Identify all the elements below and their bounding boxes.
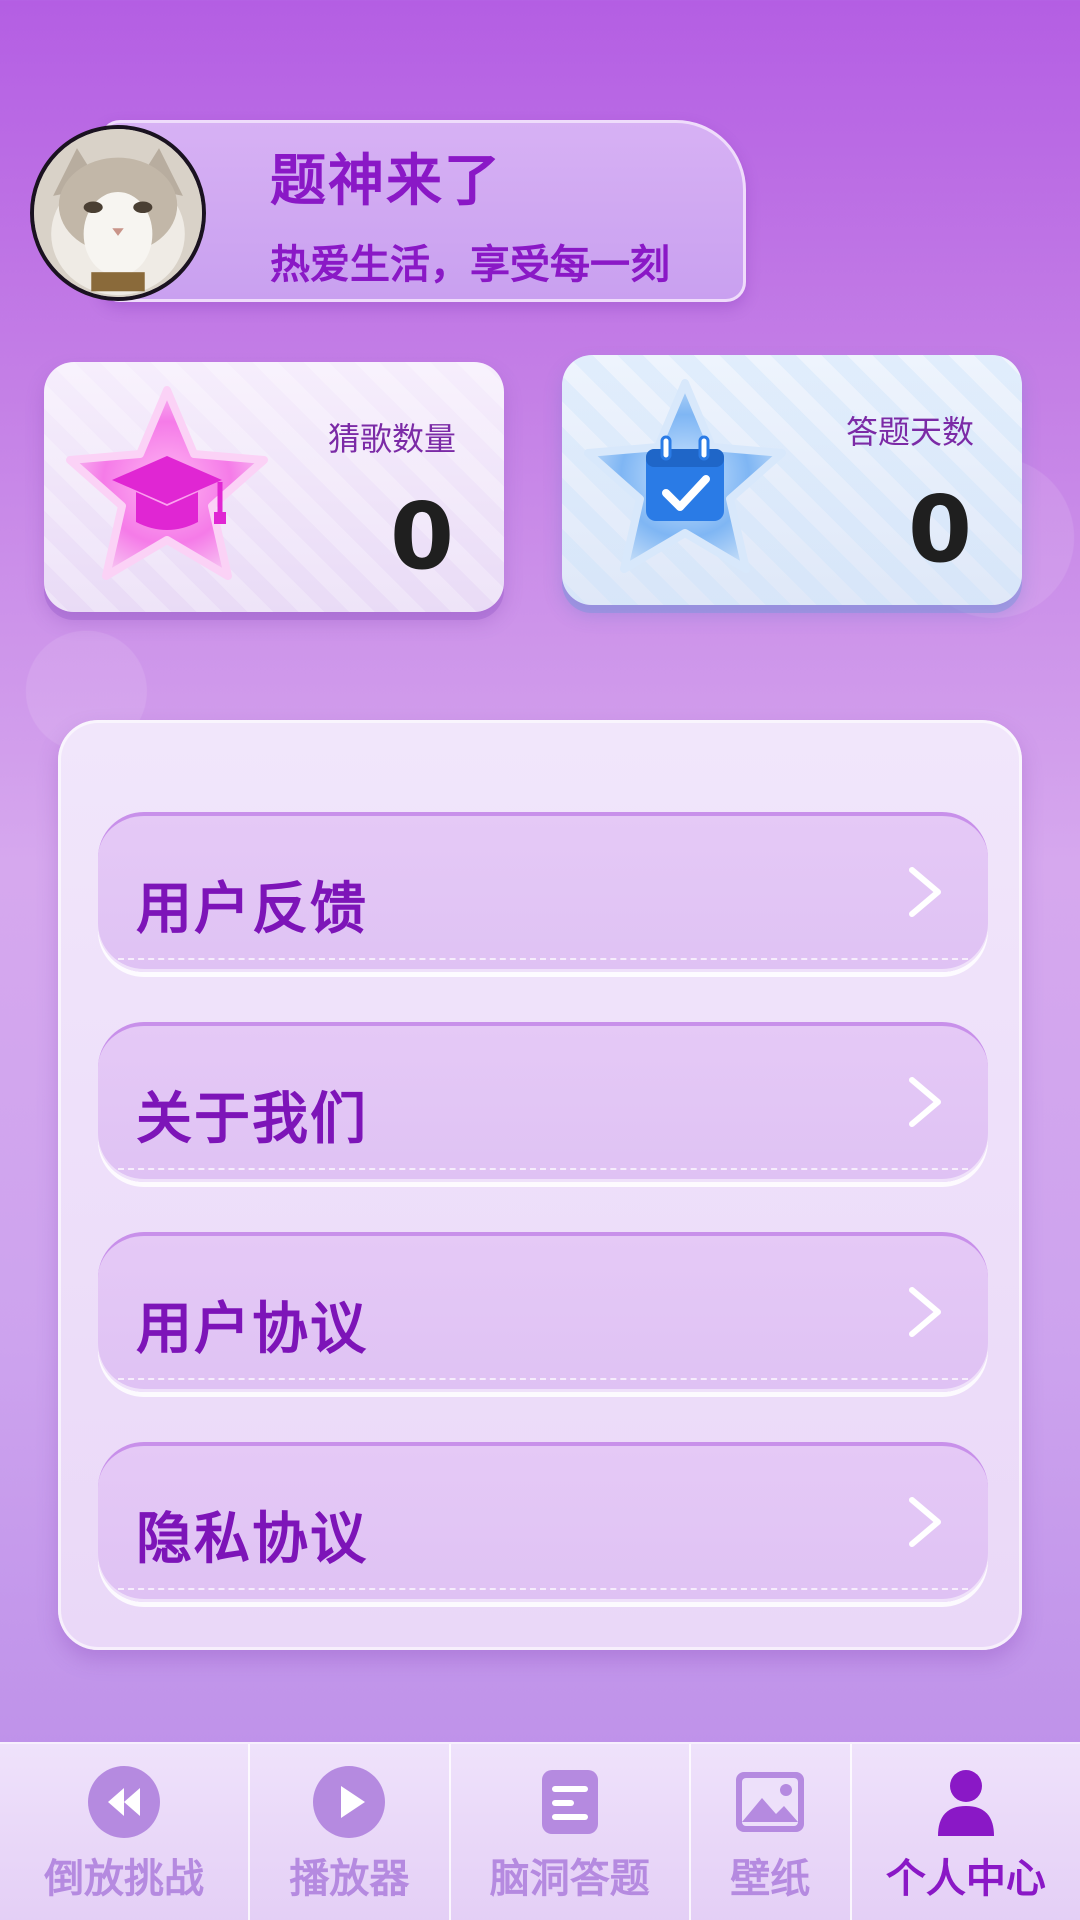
menu-panel: 用户反馈 关于我们 用户协议 隐私协议	[58, 720, 1022, 1650]
avatar[interactable]	[30, 125, 206, 301]
menu-item-user-agreement[interactable]: 用户协议	[98, 1232, 988, 1392]
stat-card-guess-count: 猜歌数量 0	[44, 362, 504, 612]
stat-value: 0	[907, 476, 972, 583]
chevron-right-icon	[909, 1077, 941, 1127]
stat-label: 答题天数	[845, 413, 974, 451]
calendar-check-icon	[584, 379, 786, 573]
menu-item-label: 隐私协议	[136, 1507, 368, 1572]
stat-value: 0	[389, 483, 454, 590]
chevron-right-icon	[909, 867, 941, 917]
nav-item-player[interactable]: 播放器	[250, 1744, 451, 1920]
nav-item-label: 个人中心	[885, 1856, 1046, 1902]
graduation-cap-icon	[66, 386, 268, 580]
nav-item-reverse-challenge[interactable]: 倒放挑战	[0, 1744, 251, 1920]
menu-item-feedback[interactable]: 用户反馈	[98, 812, 988, 972]
bottom-nav: 倒放挑战 播放器 脑洞答题 壁纸 个人中心	[0, 1742, 1080, 1920]
menu-item-privacy-policy[interactable]: 隐私协议	[98, 1442, 988, 1602]
stat-card-answer-days: 答题天数 0	[562, 355, 1022, 605]
profile-name: 题神来了	[270, 149, 502, 214]
user-icon	[937, 1770, 994, 1836]
rewind-icon	[88, 1766, 161, 1838]
quiz-icon	[541, 1770, 598, 1834]
cat-avatar-image	[34, 129, 202, 297]
menu-item-label: 用户协议	[136, 1297, 368, 1362]
menu-item-label: 用户反馈	[136, 877, 368, 942]
menu-item-label: 关于我们	[136, 1087, 368, 1152]
image-icon	[736, 1772, 805, 1832]
nav-item-label: 播放器	[289, 1856, 410, 1902]
chevron-right-icon	[909, 1287, 941, 1337]
nav-item-label: 脑洞答题	[489, 1856, 650, 1902]
play-icon	[313, 1766, 386, 1838]
nav-item-label: 倒放挑战	[44, 1856, 205, 1902]
menu-item-about-us[interactable]: 关于我们	[98, 1022, 988, 1182]
nav-item-personal-center[interactable]: 个人中心	[852, 1744, 1080, 1920]
profile-bio: 热爱生活，享受每一刻	[270, 242, 670, 288]
nav-item-wallpaper[interactable]: 壁纸	[691, 1744, 852, 1920]
nav-item-label: 壁纸	[730, 1856, 811, 1902]
stat-label: 猜歌数量	[327, 420, 456, 458]
chevron-right-icon	[909, 1497, 941, 1547]
nav-item-brain-quiz[interactable]: 脑洞答题	[451, 1744, 691, 1920]
